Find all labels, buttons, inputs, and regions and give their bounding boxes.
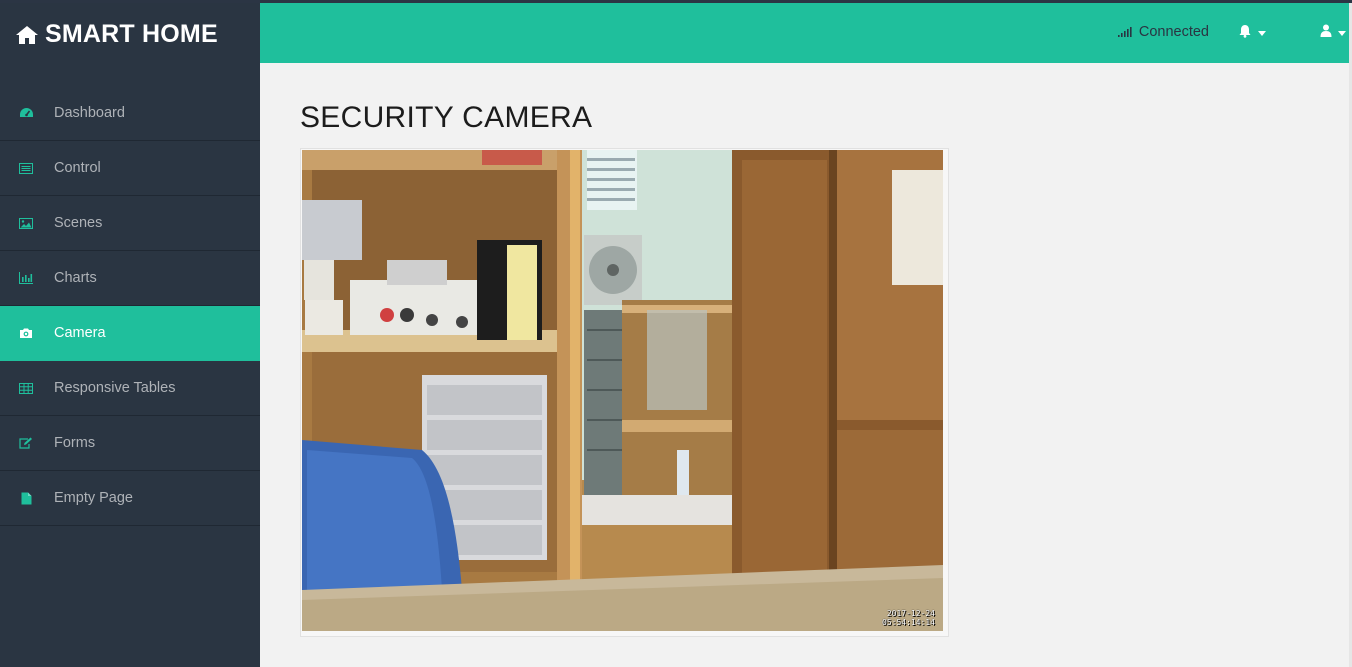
sidebar-item-charts[interactable]: Charts [0, 251, 260, 306]
image-icon [18, 216, 34, 230]
timestamp-time: 05:54:14:14 [882, 618, 935, 627]
sidebar-item-forms[interactable]: Forms [0, 416, 260, 471]
home-icon [15, 24, 39, 46]
table-icon [18, 381, 34, 395]
sidebar-item-control[interactable]: Control [0, 141, 260, 196]
sidebar-item-empty-page[interactable]: Empty Page [0, 471, 260, 526]
connection-status: Connected [1117, 24, 1209, 40]
sidebar-item-camera[interactable]: Camera [0, 306, 260, 361]
sidebar: SMART HOME Dashboard Control Scenes Char… [0, 3, 260, 667]
camera-panel: 2017-12-24 05:54:14:14 [300, 148, 949, 637]
sidebar-item-label: Responsive Tables [54, 380, 176, 396]
signal-icon [1117, 27, 1133, 37]
chevron-down-icon [1338, 30, 1346, 36]
sidebar-item-label: Camera [54, 325, 106, 341]
chevron-down-icon [1258, 31, 1266, 36]
sidebar-nav: Dashboard Control Scenes Charts Camera R… [0, 86, 260, 526]
user-icon [1320, 24, 1332, 42]
camera-icon [18, 326, 34, 340]
sidebar-item-label: Empty Page [54, 490, 133, 506]
user-dropdown[interactable] [1320, 24, 1346, 42]
sidebar-item-label: Forms [54, 435, 96, 451]
file-icon [18, 491, 34, 505]
top-header: Connected [260, 3, 1352, 63]
camera-timestamp: 2017-12-24 05:54:14:14 [882, 609, 935, 627]
dashboard-icon [18, 106, 34, 120]
sidebar-item-label: Dashboard [54, 105, 125, 121]
status-text: Connected [1138, 24, 1209, 40]
sidebar-item-label: Charts [54, 270, 97, 286]
sidebar-item-responsive-tables[interactable]: Responsive Tables [0, 361, 260, 416]
sidebar-item-label: Scenes [54, 215, 103, 231]
camera-feed-image: 2017-12-24 05:54:14:14 [302, 150, 943, 631]
page-title: SECURITY CAMERA [300, 101, 593, 134]
main-content: SECURITY CAMERA 2017-12-24 05:54:14:14 [260, 63, 1352, 667]
brand-title: SMART HOME [45, 20, 218, 48]
bar-chart-icon [18, 271, 34, 285]
sidebar-item-scenes[interactable]: Scenes [0, 196, 260, 251]
brand[interactable]: SMART HOME [0, 3, 260, 66]
timestamp-date: 2017-12-24 [886, 609, 935, 618]
edit-icon [18, 436, 34, 450]
notifications-dropdown[interactable] [1238, 24, 1266, 43]
list-icon [18, 161, 34, 175]
sidebar-item-label: Control [54, 160, 101, 176]
sidebar-item-dashboard[interactable]: Dashboard [0, 86, 260, 141]
bell-icon [1238, 24, 1252, 43]
